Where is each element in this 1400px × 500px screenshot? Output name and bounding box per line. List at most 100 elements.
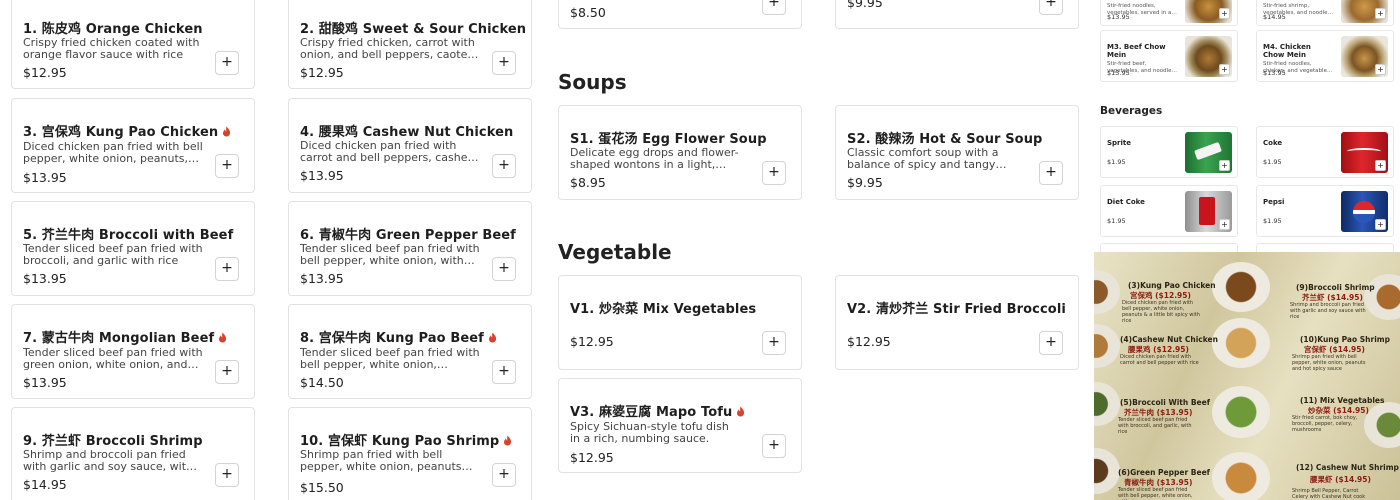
item-name: 4. 腰果鸡 Cashew Nut Chicken (300, 125, 514, 140)
item-name: 6. 青椒牛肉 Green Pepper Beef (300, 228, 516, 243)
add-to-cart-button[interactable]: + (492, 257, 516, 281)
section-title-soups: Soups (558, 70, 627, 94)
photo-menu-entry: (3)Kung Pao Chicken (1128, 281, 1216, 290)
menu-item-card[interactable]: 1. 陈皮鸡 Orange Chicken Crispy fried chick… (11, 0, 255, 89)
add-to-cart-button[interactable]: + (215, 463, 239, 487)
add-to-cart-button[interactable]: + (215, 257, 239, 281)
mini-menu-card[interactable]: Coke $1.95 + (1256, 126, 1394, 178)
menu-item-card[interactable]: 7. 蒙古牛肉 Mongolian Beef Tender sliced bee… (11, 304, 255, 399)
photo-menu-entry: (11) Mix Vegetables (1300, 396, 1385, 405)
item-name: V2. 清炒芥兰 Stir Fried Broccoli (847, 302, 1066, 317)
add-to-cart-button[interactable]: + (762, 0, 786, 15)
add-to-cart-button[interactable]: + (492, 51, 516, 75)
item-price: $14.95 (1263, 13, 1286, 21)
item-name: 8. 宫保牛肉 Kung Pao Beef (300, 327, 497, 347)
mini-menu-card[interactable]: M3. Beef Chow Mein Stir-fried beef, vege… (1100, 30, 1238, 82)
chili-pepper-icon (488, 332, 497, 347)
item-name: 2. 甜酸鸡 Sweet & Sour Chicken (300, 22, 527, 37)
section-title-vegetable: Vegetable (558, 240, 672, 264)
add-to-cart-button[interactable]: + (1219, 8, 1230, 19)
mini-menu-card[interactable]: Stir-fried noodles, vegetables, served i… (1100, 0, 1238, 26)
add-to-cart-button[interactable]: + (1219, 219, 1230, 230)
add-to-cart-button[interactable]: + (215, 360, 239, 384)
add-to-cart-button[interactable]: + (762, 161, 786, 185)
menu-item-card[interactable]: S1. 蛋花汤 Egg Flower Soup Delicate egg dro… (558, 105, 802, 200)
menu-item-card[interactable]: $9.95 + (835, 0, 1079, 29)
menu-item-card[interactable]: 2. 甜酸鸡 Sweet & Sour Chicken Crispy fried… (288, 0, 532, 89)
item-description: Tender sliced beef pan fried with bell p… (300, 347, 480, 371)
mini-menu-card[interactable]: Pepsi $1.95 + (1256, 185, 1394, 237)
menu-item-card[interactable]: 9. 芥兰虾 Broccoli Shrimp Shrimp and brocco… (11, 407, 255, 500)
item-description: Crispy fried chicken coated with orange … (23, 37, 200, 61)
item-name: 5. 芥兰牛肉 Broccoli with Beef (23, 228, 234, 243)
item-name: 10. 宫保虾 Kung Pao Shrimp (300, 430, 512, 450)
item-price: $13.95 (23, 375, 67, 390)
plate-image (1212, 452, 1270, 500)
item-price: $1.95 (1263, 158, 1282, 166)
photo-menu-entry: (4)Cashew Nut Chicken (1120, 335, 1218, 344)
menu-item-card[interactable]: V1. 炒杂菜 Mix Vegetables $12.95 + (558, 275, 802, 370)
menu-item-card[interactable]: 10. 宫保虾 Kung Pao Shrimp Shrimp pan fried… (288, 407, 532, 500)
add-to-cart-button[interactable]: + (1039, 161, 1063, 185)
photo-menu-description: Stir fried carrot, bok choy, broccoli, p… (1292, 415, 1358, 433)
add-to-cart-button[interactable]: + (1375, 160, 1386, 171)
add-to-cart-button[interactable]: + (762, 434, 786, 458)
photo-menu-description: Diced chicken pan fried with bell pepper… (1122, 300, 1200, 324)
item-price: $13.95 (23, 170, 67, 185)
mini-menu-card[interactable]: Stir-fried shrimp, vegetables, and noodl… (1256, 0, 1394, 26)
chili-pepper-icon (503, 435, 512, 450)
pepsi-logo (1353, 201, 1375, 223)
menu-item-card[interactable]: 3. 宫保鸡 Kung Pao Chicken Diced chicken pa… (11, 98, 255, 193)
menu-item-card[interactable]: S2. 酸辣汤 Hot & Sour Soup Classic comfort … (835, 105, 1079, 200)
mini-menu-card[interactable]: M4. Chicken Chow Mein Stir-fried noodles… (1256, 30, 1394, 82)
menu-page: 1. 陈皮鸡 Orange Chicken Crispy fried chick… (0, 0, 1400, 500)
add-to-cart-button[interactable]: + (1219, 64, 1230, 75)
add-to-cart-button[interactable]: + (215, 51, 239, 75)
item-price: $13.95 (1263, 69, 1286, 77)
menu-item-card[interactable]: V3. 麻婆豆腐 Mapo Tofu Spicy Sichuan-style t… (558, 378, 802, 473)
mini-menu-card[interactable]: Diet Coke $1.95 + (1100, 185, 1238, 237)
item-price: $1.95 (1107, 158, 1126, 166)
photo-menu-entry: (9)Broccoli Shrimp (1296, 283, 1375, 292)
menu-item-card[interactable]: 8. 宫保牛肉 Kung Pao Beef Tender sliced beef… (288, 304, 532, 399)
item-name: Coke (1263, 139, 1283, 147)
mini-menu-card[interactable]: Sprite $1.95 + (1100, 126, 1238, 178)
section-title-beverages: Beverages (1100, 105, 1163, 117)
add-to-cart-button[interactable]: + (215, 154, 239, 178)
add-to-cart-button[interactable]: + (492, 463, 516, 487)
add-to-cart-button[interactable]: + (1375, 219, 1386, 230)
item-price: $9.95 (847, 175, 883, 190)
item-price: $12.95 (300, 65, 344, 80)
menu-item-card[interactable]: 5. 芥兰牛肉 Broccoli with Beef Tender sliced… (11, 201, 255, 296)
add-to-cart-button[interactable]: + (492, 154, 516, 178)
photo-menu-description: Shrimp Bell Pepper, Carrot Celery with C… (1292, 488, 1366, 500)
add-to-cart-button[interactable]: + (762, 331, 786, 355)
menu-item-card[interactable]: $8.50 + (558, 0, 802, 29)
add-to-cart-button[interactable]: + (1039, 0, 1063, 15)
item-name: V3. 麻婆豆腐 Mapo Tofu (570, 401, 745, 421)
add-to-cart-button[interactable]: + (1375, 8, 1386, 19)
item-price: $14.95 (23, 477, 67, 492)
item-price: $15.50 (300, 480, 344, 495)
item-name: 1. 陈皮鸡 Orange Chicken (23, 22, 203, 37)
item-name: Pepsi (1263, 198, 1285, 206)
item-price: $12.95 (847, 334, 891, 349)
item-name: 3. 宫保鸡 Kung Pao Chicken (23, 121, 231, 141)
can-label (1199, 197, 1215, 225)
add-to-cart-button[interactable]: + (1219, 160, 1230, 171)
item-price: $13.95 (300, 271, 344, 286)
menu-item-card[interactable]: V2. 清炒芥兰 Stir Fried Broccoli $12.95 + (835, 275, 1079, 370)
photo-menu-price: 腰果虾 ($14.95) (1310, 475, 1371, 484)
menu-item-card[interactable]: 6. 青椒牛肉 Green Pepper Beef Tender sliced … (288, 201, 532, 296)
item-description: Tender sliced beef pan fried with bell p… (300, 243, 480, 267)
menu-item-card[interactable]: 4. 腰果鸡 Cashew Nut Chicken Diced chicken … (288, 98, 532, 193)
add-to-cart-button[interactable]: + (492, 360, 516, 384)
photo-menu-description: Shrimp pan fried with bell pepper, white… (1292, 354, 1366, 372)
item-description: Shrimp and broccoli pan fried with garli… (23, 449, 193, 473)
add-to-cart-button[interactable]: + (1039, 331, 1063, 355)
add-to-cart-button[interactable]: + (1375, 64, 1386, 75)
item-name: M3. Beef Chow Mein (1107, 43, 1166, 59)
item-description: Tender sliced beef pan fried with green … (23, 347, 203, 371)
item-description: Diced chicken pan fried with carrot and … (300, 140, 477, 164)
item-price: $13.95 (1107, 69, 1130, 77)
